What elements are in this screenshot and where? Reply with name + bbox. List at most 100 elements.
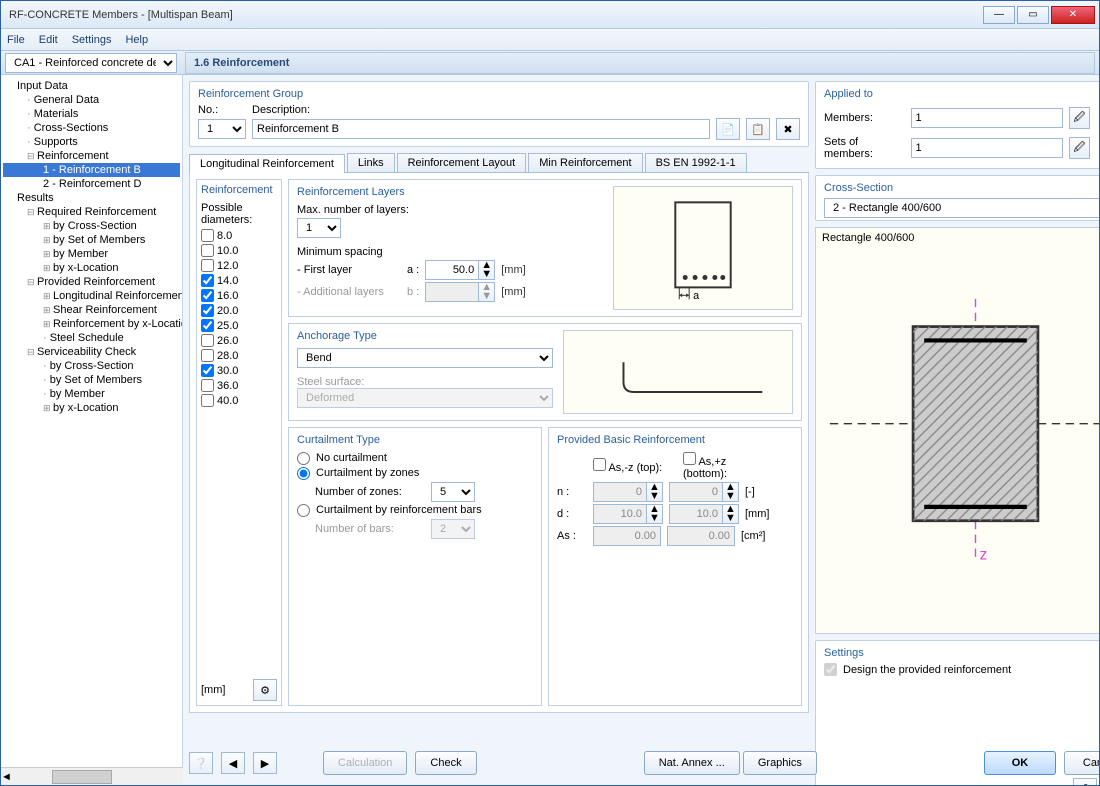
tree-reinf-d[interactable]: 2 - Reinforcement D — [3, 177, 180, 191]
nav-tree[interactable]: Input Data General Data Materials Cross-… — [1, 75, 183, 767]
menu-file[interactable]: File — [7, 34, 25, 46]
as-top-check[interactable] — [593, 458, 606, 471]
diameter-list[interactable]: 8.0 10.0 12.0 14.0 16.0 20.0 25.0 26.0 2… — [201, 228, 277, 677]
close-button[interactable]: ✕ — [1051, 6, 1095, 24]
cross-section-select[interactable]: 2 - Rectangle 400/600 — [824, 198, 1099, 218]
diameter-settings-icon[interactable]: ⚙ — [253, 679, 277, 701]
tree-by-set[interactable]: by Set of Members — [3, 233, 180, 247]
tree-input-data[interactable]: Input Data — [3, 79, 180, 93]
details-icon-1[interactable]: ⎙ — [1073, 778, 1097, 785]
tree-steel-sched[interactable]: Steel Schedule — [3, 331, 180, 345]
curt-bars-radio[interactable] — [297, 504, 310, 517]
graphics-button[interactable]: Graphics — [743, 751, 817, 775]
diameter-25.0[interactable]: 25.0 — [201, 318, 277, 333]
zones-num-label: Number of zones: — [315, 486, 425, 498]
panel-title: 1.6 Reinforcement — [185, 52, 1095, 74]
diameter-36.0[interactable]: 36.0 — [201, 378, 277, 393]
max-layers-select[interactable]: 1 — [297, 218, 341, 238]
next-icon[interactable]: ▶ — [253, 752, 277, 774]
tree-materials[interactable]: Materials — [3, 107, 180, 121]
ok-button[interactable]: OK — [984, 751, 1056, 775]
menu-settings[interactable]: Settings — [72, 34, 112, 46]
case-selector[interactable]: CA1 - Reinforced concrete desi — [5, 53, 177, 73]
n-bot-input — [669, 482, 723, 502]
tree-reinforcement[interactable]: Reinforcement — [3, 149, 180, 163]
diameter-30.0[interactable]: 30.0 — [201, 363, 277, 378]
titlebar: RF-CONCRETE Members - [Multispan Beam] —… — [1, 1, 1099, 29]
cancel-button[interactable]: Cancel — [1064, 751, 1099, 775]
diameter-20.0[interactable]: 20.0 — [201, 303, 277, 318]
tree-prov-reinf[interactable]: Provided Reinforcement — [3, 275, 180, 289]
menu-edit[interactable]: Edit — [39, 34, 58, 46]
tree-serv-check[interactable]: Serviceability Check — [3, 345, 180, 359]
diameter-8.0[interactable]: 8.0 — [201, 228, 277, 243]
tree-reinf-by-x[interactable]: Reinforcement by x-Location — [3, 317, 180, 331]
a-input[interactable] — [425, 260, 479, 280]
tree-long-reinf[interactable]: Longitudinal Reinforcement — [3, 289, 180, 303]
nat-annex-button[interactable]: Nat. Annex ... — [644, 751, 740, 775]
pick-members-icon[interactable]: 🖉 — [1069, 107, 1091, 129]
diameter-16.0[interactable]: 16.0 — [201, 288, 277, 303]
tree-sc-by-xloc[interactable]: by x-Location — [3, 401, 180, 415]
desc-input[interactable] — [252, 119, 710, 139]
tree-cross-sections[interactable]: Cross-Sections — [3, 121, 180, 135]
sets-input[interactable] — [911, 138, 1063, 158]
tree-supports[interactable]: Supports — [3, 135, 180, 149]
tab-layout[interactable]: Reinforcement Layout — [397, 153, 527, 172]
as-bot-input — [667, 526, 735, 546]
curt-none-radio[interactable] — [297, 452, 310, 465]
tree-sc-by-cs[interactable]: by Cross-Section — [3, 359, 180, 373]
zones-num-select[interactable]: 5 — [431, 482, 475, 502]
anchorage-select[interactable]: Bend — [297, 348, 553, 368]
diameter-28.0[interactable]: 28.0 — [201, 348, 277, 363]
tree-req-reinf[interactable]: Required Reinforcement — [3, 205, 180, 219]
pick-sets-icon[interactable]: 🖉 — [1069, 137, 1091, 159]
first-layer-label: - First layer — [297, 264, 401, 276]
members-input[interactable] — [911, 108, 1063, 128]
layers-title: Reinforcement Layers — [297, 186, 603, 198]
tab-longitudinal[interactable]: Longitudinal Reinforcement — [189, 154, 345, 173]
diameter-10.0[interactable]: 10.0 — [201, 243, 277, 258]
diameter-40.0[interactable]: 40.0 — [201, 393, 277, 408]
no-select[interactable]: 1 — [198, 119, 246, 139]
surface-label: Steel surface: — [297, 376, 553, 388]
help-icon[interactable]: ❔ — [189, 752, 213, 774]
tree-by-member[interactable]: by Member — [3, 247, 180, 261]
reinf-col-title: Reinforcement — [201, 184, 277, 196]
diameter-12.0[interactable]: 12.0 — [201, 258, 277, 273]
delete-icon[interactable]: ✖ — [776, 118, 800, 140]
b-input — [425, 282, 479, 302]
copy-icon[interactable]: 📋 — [746, 118, 770, 140]
check-button[interactable]: Check — [415, 751, 476, 775]
tree-general-data[interactable]: General Data — [3, 93, 180, 107]
d-top-input — [593, 504, 647, 524]
bars-num-label: Number of bars: — [315, 523, 425, 535]
min-spacing-label: Minimum spacing — [297, 246, 603, 258]
menu-help[interactable]: Help — [125, 34, 148, 46]
anchorage-sketch — [563, 330, 793, 414]
prev-icon[interactable]: ◀ — [221, 752, 245, 774]
tab-min[interactable]: Min Reinforcement — [528, 153, 642, 172]
new-icon[interactable]: 📄 — [716, 118, 740, 140]
tree-results[interactable]: Results — [3, 191, 180, 205]
tree-reinf-b[interactable]: 1 - Reinforcement B — [3, 163, 180, 177]
tree-shear-reinf[interactable]: Shear Reinforcement — [3, 303, 180, 317]
minimize-button[interactable]: — — [983, 6, 1015, 24]
tree-sc-by-set[interactable]: by Set of Members — [3, 373, 180, 387]
tree-sc-by-member[interactable]: by Member — [3, 387, 180, 401]
reinf-group-title: Reinforcement Group — [198, 88, 800, 100]
desc-label: Description: — [252, 104, 310, 116]
a-spinner[interactable]: ▲▼ — [479, 260, 495, 280]
tree-hscroll[interactable]: ◄ — [1, 767, 183, 785]
diameter-14.0[interactable]: 14.0 — [201, 273, 277, 288]
tree-by-cs[interactable]: by Cross-Section — [3, 219, 180, 233]
tree-by-xloc[interactable]: by x-Location — [3, 261, 180, 275]
tab-code[interactable]: BS EN 1992-1-1 — [645, 153, 747, 172]
diameter-26.0[interactable]: 26.0 — [201, 333, 277, 348]
tab-links[interactable]: Links — [347, 153, 395, 172]
curtailment-title: Curtailment Type — [297, 434, 533, 446]
maximize-button[interactable]: ▭ — [1017, 6, 1049, 24]
as-bot-check[interactable] — [683, 452, 696, 465]
unit-mm: [mm] — [201, 684, 225, 696]
curt-zones-radio[interactable] — [297, 467, 310, 480]
